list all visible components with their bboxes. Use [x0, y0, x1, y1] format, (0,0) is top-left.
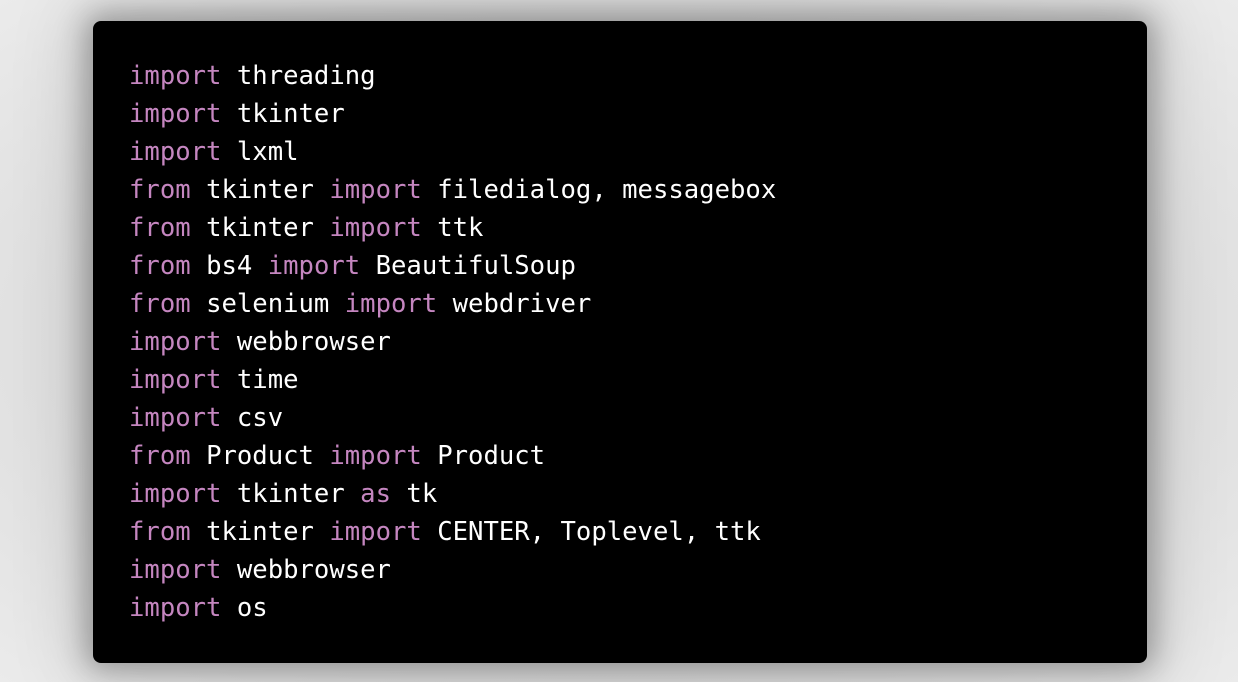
code-identifier: tkinter [236, 99, 345, 129]
code-line: import lxml [129, 133, 1111, 171]
code-identifier: tkinter [206, 175, 314, 205]
code-line: from tkinter import CENTER, Toplevel, tt… [129, 513, 1111, 551]
code-line: from tkinter import ttk [129, 209, 1111, 247]
code-keyword: from [129, 251, 191, 281]
code-line: from tkinter import filedialog, messageb… [129, 171, 1111, 209]
code-keyword: import [129, 593, 222, 623]
code-keyword: import [129, 327, 222, 357]
code-keyword: import [129, 137, 222, 167]
code-keyword: import [329, 213, 422, 243]
code-identifier: webdriver [452, 289, 592, 319]
code-keyword: import [267, 251, 361, 281]
code-keyword: from [129, 289, 191, 319]
code-identifier: tkinter [236, 479, 345, 509]
code-identifier: time [236, 365, 299, 395]
code-line: import csv [129, 399, 1111, 437]
code-keyword: import [344, 289, 438, 319]
code-keyword: import [129, 365, 222, 395]
code-keyword: from [129, 441, 191, 471]
code-keyword: as [360, 479, 391, 509]
code-keyword: import [129, 61, 222, 91]
code-line: from bs4 import BeautifulSoup [129, 247, 1111, 285]
code-keyword: import [129, 479, 222, 509]
code-identifier: tkinter [206, 517, 314, 547]
code-keyword: import [129, 403, 222, 433]
code-identifier: Product [206, 441, 314, 471]
code-line: from Product import Product [129, 437, 1111, 475]
code-identifier: selenium [206, 289, 330, 319]
code-snippet-card: import threading import tkinter import lxm… [93, 21, 1147, 663]
code-identifier: os [236, 593, 268, 623]
code-identifier: webbrowser [236, 327, 391, 357]
code-keyword: from [129, 213, 191, 243]
code-identifier: threading [236, 61, 376, 91]
code-keyword: import [329, 441, 422, 471]
code-line: import time [129, 361, 1111, 399]
code-identifier: Product [437, 441, 546, 471]
code-keyword: from [129, 517, 191, 547]
code-keyword: from [129, 175, 191, 205]
code-identifier: ttk [437, 213, 484, 243]
code-keyword: import [129, 99, 222, 129]
code-identifier: lxml [236, 137, 299, 167]
code-line: import tkinter as tk [129, 475, 1111, 513]
code-identifier: csv [236, 403, 284, 433]
code-keyword: import [329, 175, 422, 205]
code-identifier: CENTER, Toplevel, ttk [437, 517, 761, 547]
code-identifier: tk [406, 479, 438, 509]
code-identifier: filedialog, messagebox [437, 175, 777, 205]
code-line: import webbrowser [129, 551, 1111, 589]
code-line: from selenium import webdriver [129, 285, 1111, 323]
code-identifier: tkinter [206, 213, 314, 243]
code-identifier: BeautifulSoup [375, 251, 576, 281]
code-line: import tkinter [129, 95, 1111, 133]
code-keyword: import [329, 517, 422, 547]
code-identifier: webbrowser [236, 555, 391, 585]
code-line: import os [129, 589, 1111, 627]
code-line: import webbrowser [129, 323, 1111, 361]
code-block: import threading import tkinter import lxm… [129, 57, 1111, 627]
code-identifier: bs4 [206, 251, 253, 281]
code-keyword: import [129, 555, 222, 585]
code-line: import threading [129, 57, 1111, 95]
